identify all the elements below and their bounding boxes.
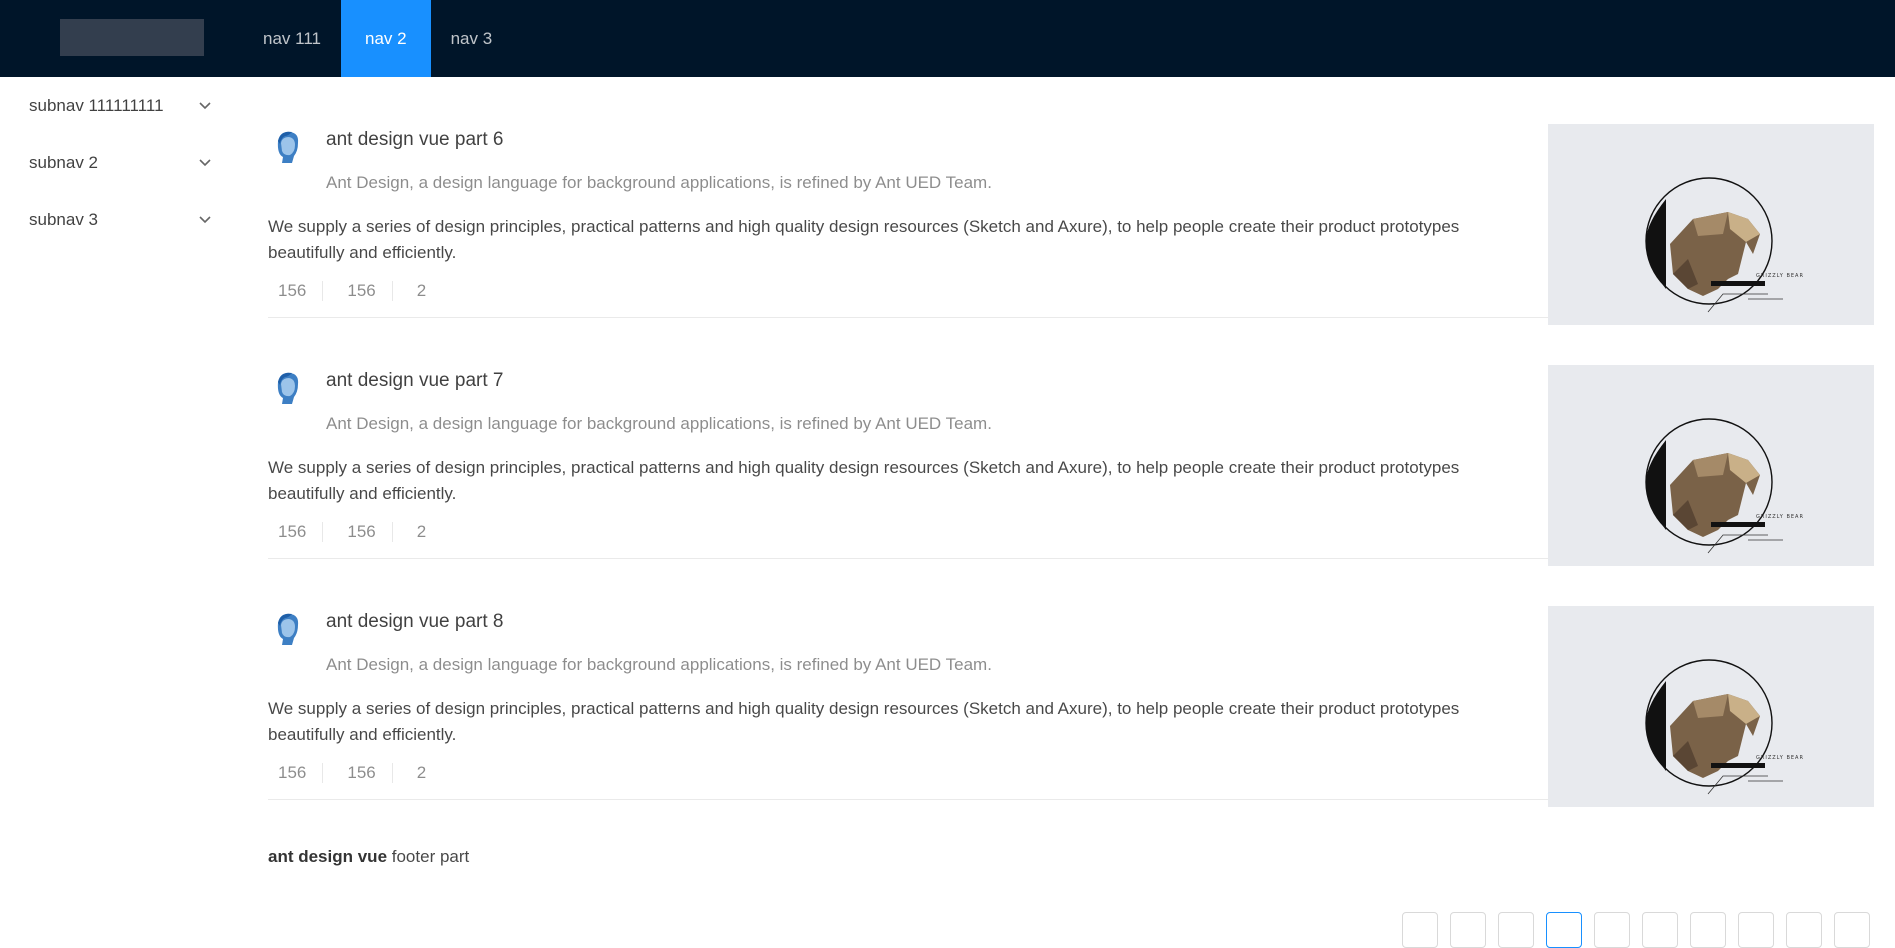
sidebar-subnav-3[interactable]: subnav 3 <box>0 191 240 248</box>
sidebar: subnav 111111111 subnav 2 subnav 3 <box>0 77 240 916</box>
like-action[interactable]: 156 <box>322 763 391 783</box>
star-action[interactable]: 156 <box>268 281 322 301</box>
item-description: Ant Design, a design language for backgr… <box>326 173 992 192</box>
pagination-item[interactable] <box>1786 912 1822 948</box>
chevron-down-icon <box>198 213 212 227</box>
message-action[interactable]: 2 <box>391 522 442 542</box>
nav-item-3[interactable]: nav 3 <box>435 0 509 77</box>
item-description: Ant Design, a design language for backgr… <box>326 655 992 674</box>
item-description: Ant Design, a design language for backgr… <box>326 414 992 433</box>
sidebar-item-label: subnav 2 <box>29 152 98 172</box>
pagination <box>1402 912 1870 948</box>
item-title[interactable]: ant design vue part 6 <box>326 129 503 151</box>
cover-caption: GRIZZLY BEAR <box>1756 755 1804 761</box>
like-action[interactable]: 156 <box>322 522 391 542</box>
list-item: ant design vue part 6 Ant Design, a desi… <box>268 77 1874 325</box>
cover-caption: GRIZZLY BEAR <box>1756 514 1804 520</box>
sidebar-subnav-2[interactable]: subnav 2 <box>0 134 240 191</box>
top-nav: nav 111 nav 2 nav 3 <box>245 0 510 77</box>
message-action[interactable]: 2 <box>391 281 442 301</box>
pagination-item-active[interactable] <box>1546 912 1582 948</box>
pagination-item[interactable] <box>1642 912 1678 948</box>
sidebar-item-label: subnav 3 <box>29 209 98 229</box>
top-header: nav 111 nav 2 nav 3 <box>0 0 1895 77</box>
item-cover-image: GRIZZLY BEAR <box>1548 124 1874 325</box>
avatar <box>268 609 306 647</box>
item-title[interactable]: ant design vue part 8 <box>326 611 503 633</box>
pagination-item[interactable] <box>1450 912 1486 948</box>
item-actions: 156 156 2 <box>268 522 442 542</box>
item-content: We supply a series of design principles,… <box>268 458 1460 503</box>
message-action[interactable]: 2 <box>391 763 442 783</box>
sidebar-item-label: subnav 111111111 <box>29 95 164 115</box>
like-action[interactable]: 156 <box>322 281 391 301</box>
item-content: We supply a series of design principles,… <box>268 217 1460 262</box>
pagination-next[interactable] <box>1834 912 1870 948</box>
star-action[interactable]: 156 <box>268 763 322 783</box>
item-title[interactable]: ant design vue part 7 <box>326 370 503 392</box>
avatar <box>268 368 306 406</box>
item-actions: 156 156 2 <box>268 763 442 783</box>
list-item: ant design vue part 8 Ant Design, a desi… <box>268 559 1874 807</box>
pagination-item[interactable] <box>1738 912 1774 948</box>
item-content: We supply a series of design principles,… <box>268 699 1460 744</box>
cover-caption: GRIZZLY BEAR <box>1756 273 1804 279</box>
item-actions: 156 156 2 <box>268 281 442 301</box>
logo <box>60 19 204 56</box>
nav-item-2[interactable]: nav 2 <box>340 0 431 77</box>
avatar <box>268 127 306 165</box>
list-item: ant design vue part 7 Ant Design, a desi… <box>268 318 1874 566</box>
nav-item-1[interactable]: nav 111 <box>247 0 337 77</box>
chevron-down-icon <box>198 156 212 170</box>
chevron-down-icon <box>198 99 212 113</box>
list-footer: ant design vue footer part <box>268 847 469 867</box>
pagination-item[interactable] <box>1594 912 1630 948</box>
pagination-prev[interactable] <box>1402 912 1438 948</box>
main-content: ant design vue part 6 Ant Design, a desi… <box>268 77 1874 948</box>
pagination-item[interactable] <box>1498 912 1534 948</box>
sidebar-subnav-1[interactable]: subnav 111111111 <box>0 77 240 134</box>
footer-bold-text: ant design vue <box>268 847 388 866</box>
star-action[interactable]: 156 <box>268 522 322 542</box>
item-cover-image: GRIZZLY BEAR <box>1548 365 1874 566</box>
item-cover-image: GRIZZLY BEAR <box>1548 606 1874 807</box>
footer-text: footer part <box>387 847 470 866</box>
pagination-item[interactable] <box>1690 912 1726 948</box>
